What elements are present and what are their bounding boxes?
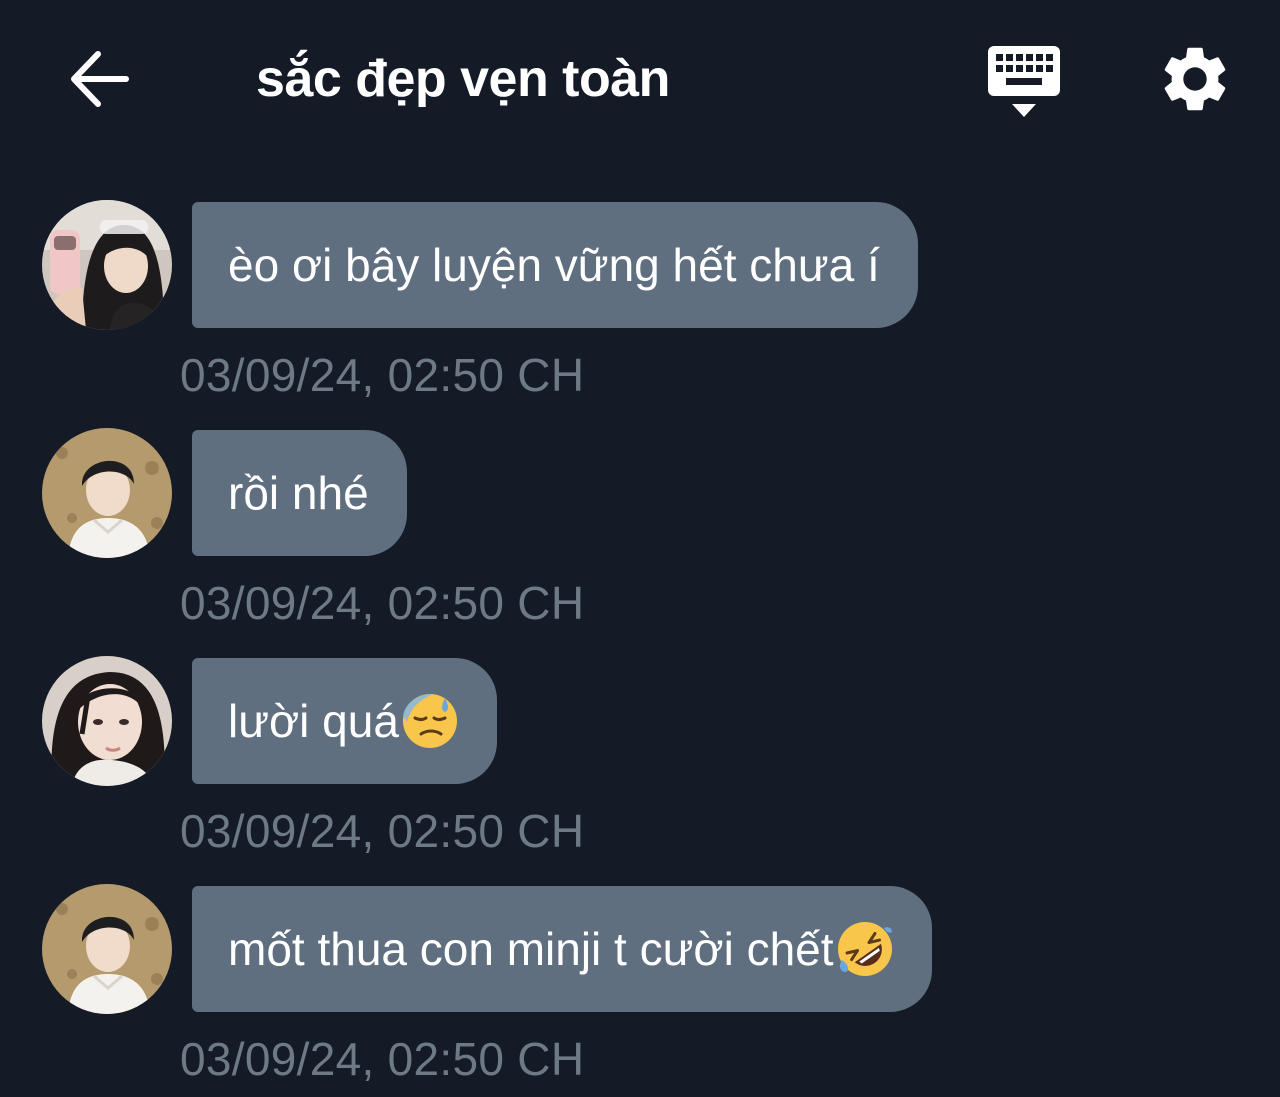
message-bubble[interactable]: mốt thua con minji t cười chết xyxy=(192,886,932,1012)
message-timestamp: 03/09/24, 02:50 CH xyxy=(180,349,585,401)
message-text: lười quá xyxy=(228,695,399,747)
avatar-girl-selfie[interactable] xyxy=(42,200,172,330)
keyboard-toggle-button[interactable] xyxy=(984,40,1064,122)
avatar-boy[interactable] xyxy=(42,884,172,1014)
avatar-boy[interactable] xyxy=(42,428,172,558)
message-row: lười quá 03/09/24, 02:50 CH xyxy=(0,656,1280,884)
chat-title: sắc đẹp vẹn toàn xyxy=(256,50,670,108)
gear-icon xyxy=(1164,47,1226,111)
message-bubble[interactable]: rồi nhé xyxy=(192,430,407,556)
message-timestamp: 03/09/24, 02:50 CH xyxy=(180,1033,585,1085)
back-button[interactable] xyxy=(62,46,136,112)
message-bubble[interactable]: lười quá xyxy=(192,658,497,784)
message-text: èo ơi bây luyện vững hết chưa í xyxy=(228,239,880,291)
message-row: mốt thua con minji t cười chết 03/09/24,… xyxy=(0,884,1280,1097)
message-timestamp: 03/09/24, 02:50 CH xyxy=(180,577,585,629)
avatar-girl-closeup[interactable] xyxy=(42,656,172,786)
message-row: rồi nhé 03/09/24, 02:50 CH xyxy=(0,428,1280,656)
settings-button[interactable] xyxy=(1156,40,1234,118)
message-row: èo ơi bây luyện vững hết chưa í 03/09/24… xyxy=(0,200,1280,428)
message-bubble[interactable]: èo ơi bây luyện vững hết chưa í xyxy=(192,202,918,328)
message-timestamp: 03/09/24, 02:50 CH xyxy=(180,805,585,857)
arrow-left-icon xyxy=(71,51,129,107)
chat-screen: sắc đẹp vẹn toàn èo ơi bây luyện vững hế… xyxy=(0,0,1280,1097)
chat-header: sắc đẹp vẹn toàn xyxy=(0,0,1280,160)
message-text: mốt thua con minji t cười chết xyxy=(228,923,834,975)
downcast-face-sweat-emoji xyxy=(401,692,459,750)
rolling-laughing-emoji xyxy=(836,920,894,978)
keyboard-hide-icon xyxy=(988,46,1060,117)
message-text: rồi nhé xyxy=(228,467,369,519)
